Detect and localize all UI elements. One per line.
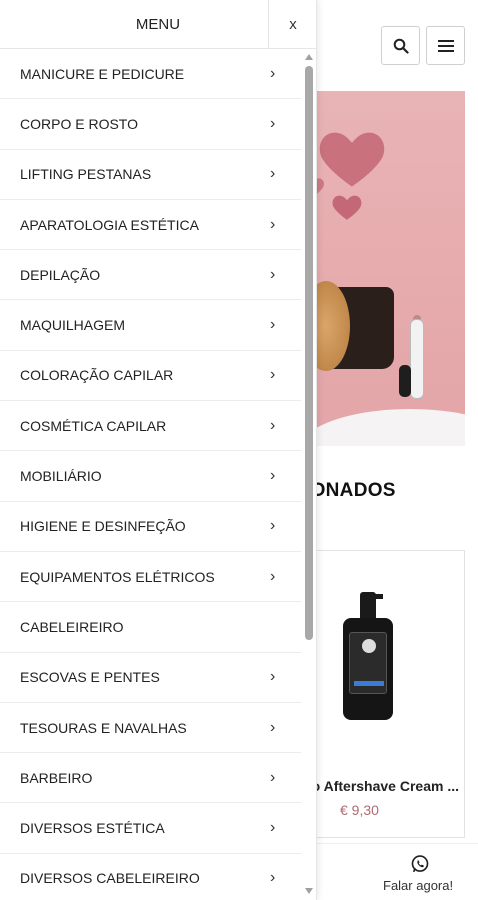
close-icon: x xyxy=(289,16,297,33)
menu-item-aparatologia-estetica[interactable]: APARATOLOGIA ESTÉTICA › xyxy=(0,200,301,251)
menu-item-label: BARBEIRO xyxy=(20,769,93,786)
hero-banner-image xyxy=(300,91,465,446)
menu-item-label: LIFTING PESTANAS xyxy=(20,166,152,183)
scroll-up-arrow-icon[interactable] xyxy=(305,54,313,60)
section-title: IONADOS xyxy=(305,480,396,501)
product-image[interactable] xyxy=(343,592,393,720)
close-button[interactable]: x xyxy=(268,0,316,49)
menu-item-label: DIVERSOS CABELEIREIRO xyxy=(20,870,200,887)
chevron-right-icon[interactable]: › xyxy=(270,316,275,334)
menu-item-corpo-e-rosto[interactable]: CORPO E ROSTO › xyxy=(0,99,301,150)
hamburger-menu-button[interactable] xyxy=(426,26,465,65)
chat-now-label[interactable]: Falar agora! xyxy=(383,878,453,893)
chevron-right-icon[interactable]: › xyxy=(270,417,275,435)
menu-item-higiene-e-desinfecao[interactable]: HIGIENE E DESINFEÇÃO › xyxy=(0,502,301,552)
chevron-right-icon[interactable]: › xyxy=(270,869,275,887)
chevron-right-icon[interactable]: › xyxy=(270,216,275,234)
search-button[interactable] xyxy=(381,26,420,65)
product-price: € 9,30 xyxy=(340,802,379,818)
menu-item-diversos-cabeleireiro[interactable]: DIVERSOS CABELEIREIRO › xyxy=(0,854,301,900)
menu-item-label: APARATOLOGIA ESTÉTICA xyxy=(20,216,199,233)
menu-item-label: CABELEIREIRO xyxy=(20,618,124,635)
menu-item-cabeleireiro[interactable]: CABELEIREIRO xyxy=(0,602,301,653)
menu-item-escovas-e-pentes[interactable]: ESCOVAS E PENTES › xyxy=(0,653,301,703)
search-icon xyxy=(393,38,409,54)
menu-item-label: HIGIENE E DESINFEÇÃO xyxy=(20,518,186,535)
product-name[interactable]: o Aftershave Cream ... xyxy=(300,778,463,794)
menu-item-diversos-estetica[interactable]: DIVERSOS ESTÉTICA › xyxy=(0,803,301,854)
menu-item-label: MAQUILHAGEM xyxy=(20,317,126,334)
menu-item-lifting-pestanas[interactable]: LIFTING PESTANAS › xyxy=(0,150,301,200)
drawer-header: MENU x xyxy=(0,0,316,49)
menu-item-manicure-e-pedicure[interactable]: MANICURE E PEDICURE › xyxy=(0,49,301,100)
chevron-right-icon[interactable]: › xyxy=(270,769,275,787)
menu-item-label: DEPILAÇÃO xyxy=(20,266,101,283)
menu-item-barbeiro[interactable]: BARBEIRO › xyxy=(0,753,301,804)
chevron-right-icon[interactable]: › xyxy=(270,266,275,284)
menu-item-label: DIVERSOS ESTÉTICA xyxy=(20,820,165,837)
table-top xyxy=(300,409,465,446)
scrollbar-thumb[interactable] xyxy=(305,66,313,640)
menu-item-coloracao-capilar[interactable]: COLORAÇÃO CAPILAR › xyxy=(0,351,301,402)
menu-item-label: COSMÉTICA CAPILAR xyxy=(20,417,167,434)
menu-item-label: EQUIPAMENTOS ELÉTRICOS xyxy=(20,568,215,585)
scroll-down-arrow-icon[interactable] xyxy=(305,888,313,894)
menu-item-mobiliario[interactable]: MOBILIÁRIO › xyxy=(0,451,301,502)
chevron-right-icon[interactable]: › xyxy=(270,819,275,837)
menu-item-label: TESOURAS E NAVALHAS xyxy=(20,719,187,736)
side-menu-drawer: MENU x MANICURE E PEDICURE › CORPO E ROSTO… xyxy=(0,0,317,900)
menu-item-tesouras-e-navalhas[interactable]: TESOURAS E NAVALHAS › xyxy=(0,703,301,754)
chevron-right-icon[interactable]: › xyxy=(270,65,275,83)
menu-list: MANICURE E PEDICURE › CORPO E ROSTO › LIFTIN… xyxy=(0,49,301,900)
whatsapp-icon[interactable] xyxy=(410,854,430,874)
chevron-right-icon[interactable]: › xyxy=(270,366,275,384)
menu-item-cosmetica-capilar[interactable]: COSMÉTICA CAPILAR › xyxy=(0,401,301,452)
heart-decoration-small xyxy=(332,195,362,220)
chevron-right-icon[interactable]: › xyxy=(270,517,275,535)
roller-bottle xyxy=(410,319,424,399)
menu-item-label: CORPO E ROSTO xyxy=(20,115,138,132)
chevron-right-icon[interactable]: › xyxy=(270,668,275,686)
chevron-right-icon[interactable]: › xyxy=(270,719,275,737)
menu-item-depilacao[interactable]: DEPILAÇÃO › xyxy=(0,250,301,301)
menu-item-equipamentos-eletricos[interactable]: EQUIPAMENTOS ELÉTRICOS › xyxy=(0,552,301,603)
menu-item-label: MANICURE E PEDICURE xyxy=(20,65,185,82)
menu-item-label: MOBILIÁRIO xyxy=(20,468,102,485)
roller-cap xyxy=(399,365,411,397)
hamburger-icon xyxy=(437,39,454,52)
menu-item-maquilhagem[interactable]: MAQUILHAGEM › xyxy=(0,300,301,351)
chevron-right-icon[interactable]: › xyxy=(270,568,275,586)
chevron-right-icon[interactable]: › xyxy=(270,467,275,485)
chevron-right-icon[interactable]: › xyxy=(270,165,275,183)
menu-item-label: COLORAÇÃO CAPILAR xyxy=(20,367,174,384)
menu-item-label: ESCOVAS E PENTES xyxy=(20,669,160,686)
chevron-right-icon[interactable]: › xyxy=(270,115,275,133)
